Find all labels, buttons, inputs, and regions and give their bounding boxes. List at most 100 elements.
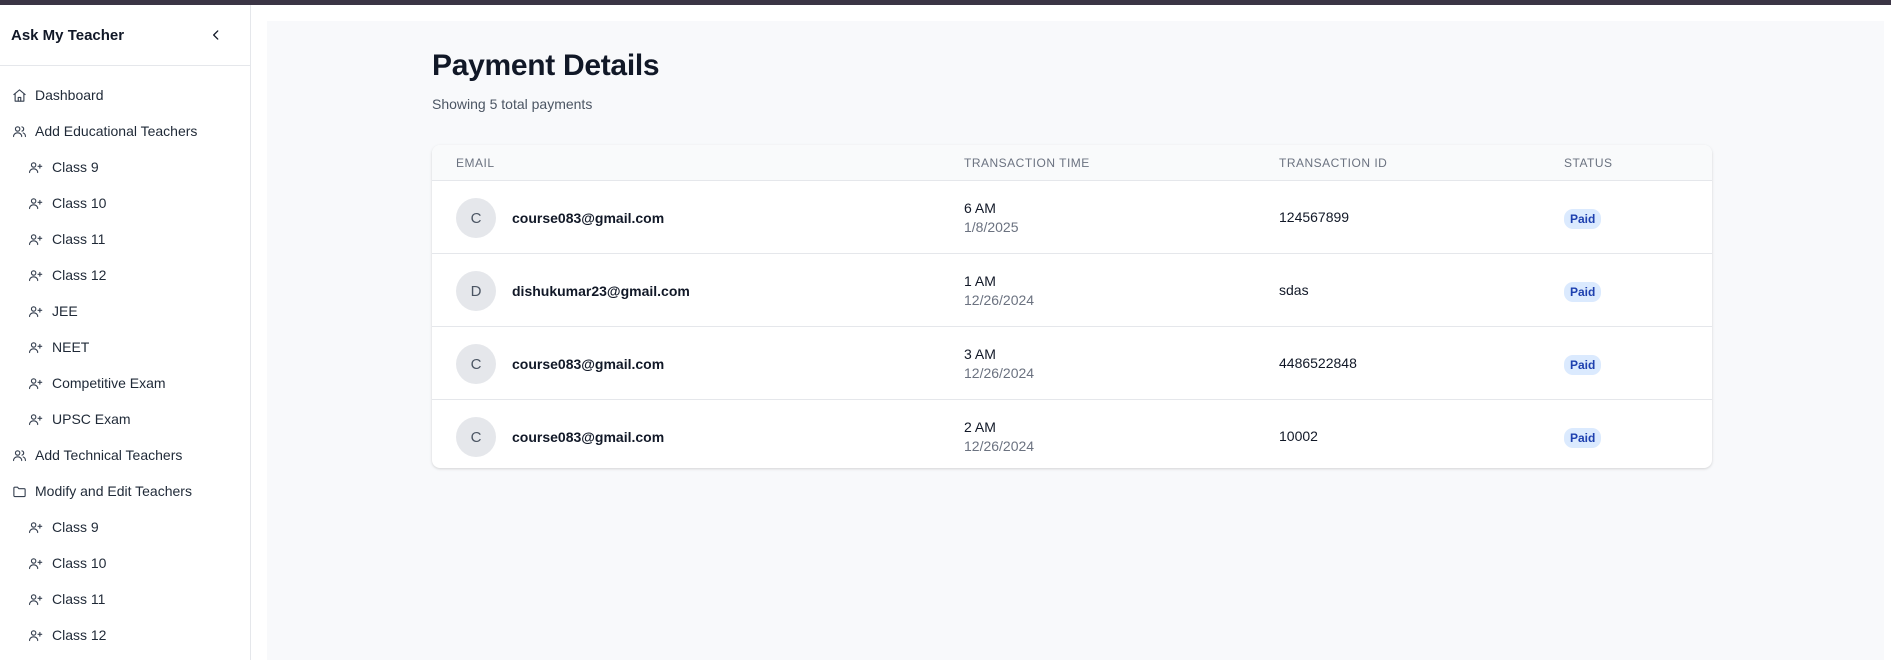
- users-icon: [11, 123, 27, 139]
- transaction-date: 1/8/2025: [964, 219, 1019, 235]
- transaction-time: 6 AM: [964, 200, 996, 216]
- transaction-id: sdas: [1279, 282, 1309, 298]
- sidebar-item-label: Class 10: [52, 555, 107, 571]
- user-plus-icon: [27, 591, 43, 607]
- user-plus-icon: [27, 627, 43, 643]
- folder-icon: [11, 483, 27, 499]
- email-cell: Ddishukumar23@gmail.com: [456, 271, 690, 311]
- sidebar-item-class-12[interactable]: Class 12: [0, 617, 250, 653]
- home-icon: [11, 87, 27, 103]
- sidebar-item-label: Modify and Edit Teachers: [35, 483, 192, 499]
- user-plus-icon: [27, 411, 43, 427]
- transaction-id: 10002: [1279, 428, 1318, 444]
- sidebar-item-upsc-exam[interactable]: UPSC Exam: [0, 401, 250, 437]
- sidebar-item-label: Class 10: [52, 195, 107, 211]
- avatar: C: [456, 344, 496, 384]
- sidebar-item-class-10[interactable]: Class 10: [0, 185, 250, 221]
- transaction-time: 3 AM: [964, 346, 996, 362]
- transaction-date: 12/26/2024: [964, 292, 1035, 308]
- header-email: Email: [456, 156, 495, 170]
- user-plus-icon: [27, 231, 43, 247]
- transaction-time: 1 AM: [964, 273, 996, 289]
- sidebar-item-label: Dashboard: [35, 87, 104, 103]
- header-transaction-id: Transaction ID: [1279, 156, 1388, 170]
- transaction-time-cell: 3 AM 12/26/2024: [964, 345, 1034, 383]
- sidebar-item-class-9[interactable]: Class 9: [0, 509, 250, 545]
- sidebar: Ask My Teacher Dashboard Add Educational …: [0, 5, 251, 660]
- header-status: Status: [1564, 156, 1613, 170]
- sidebar-header: Ask My Teacher: [0, 5, 250, 66]
- sidebar-item-class-11[interactable]: Class 11: [0, 581, 250, 617]
- email-cell: Ccourse083@gmail.com: [456, 417, 664, 457]
- user-plus-icon: [27, 159, 43, 175]
- sidebar-item-label: UPSC Exam: [52, 411, 131, 427]
- transaction-time-cell: 2 AM 12/26/2024: [964, 418, 1034, 456]
- sidebar-item-label: Class 11: [52, 231, 106, 247]
- sidebar-item-add-educational-teachers[interactable]: Add Educational Teachers: [0, 113, 250, 149]
- transaction-date: 12/26/2024: [964, 365, 1035, 381]
- sidebar-item-class-11[interactable]: Class 11: [0, 221, 250, 257]
- transaction-time: 2 AM: [964, 419, 996, 435]
- email-cell: Ccourse083@gmail.com: [456, 344, 664, 384]
- sidebar-item-class-10[interactable]: Class 10: [0, 545, 250, 581]
- page-subtitle: Showing 5 total payments: [432, 96, 593, 112]
- sidebar-item-class-12[interactable]: Class 12: [0, 257, 250, 293]
- app-title: Ask My Teacher: [11, 26, 125, 44]
- transaction-time-cell: 6 AM 1/8/2025: [964, 199, 1019, 237]
- status-cell: Paid: [1564, 428, 1602, 448]
- sidebar-item-label: Class 12: [52, 627, 107, 643]
- email-text: dishukumar23@gmail.com: [512, 283, 690, 299]
- sidebar-item-neet[interactable]: NEET: [0, 329, 250, 365]
- status-badge: Paid: [1564, 209, 1602, 229]
- app-shell: Ask My Teacher Dashboard Add Educational …: [0, 5, 1891, 660]
- status-cell: Paid: [1564, 355, 1602, 375]
- table-row: Ccourse083@gmail.com 2 AM 12/26/2024 10002 P…: [432, 400, 1712, 468]
- email-text: course083@gmail.com: [512, 210, 665, 226]
- chevron-left-icon: [213, 30, 219, 40]
- sidebar-item-competitive-exam[interactable]: Competitive Exam: [0, 365, 250, 401]
- sidebar-item-label: NEET: [52, 339, 90, 355]
- sidebar-nav: Dashboard Add Educational Teachers Class 9…: [0, 66, 250, 653]
- sidebar-item-add-technical-teachers[interactable]: Add Technical Teachers: [0, 437, 250, 473]
- user-plus-icon: [27, 339, 43, 355]
- transaction-time-cell: 1 AM 12/26/2024: [964, 272, 1034, 310]
- collapse-sidebar-button[interactable]: [206, 25, 226, 45]
- avatar: C: [456, 198, 496, 238]
- sidebar-item-class-9[interactable]: Class 9: [0, 149, 250, 185]
- user-plus-icon: [27, 375, 43, 391]
- user-plus-icon: [27, 195, 43, 211]
- sidebar-item-label: Class 12: [52, 267, 107, 283]
- sidebar-item-label: Class 9: [52, 519, 99, 535]
- sidebar-item-dashboard[interactable]: Dashboard: [0, 77, 250, 113]
- user-plus-icon: [27, 519, 43, 535]
- header-transaction-time: Transaction Time: [964, 156, 1090, 170]
- main-area: Payment Details Showing 5 total payments…: [251, 5, 1891, 660]
- table-row: Ccourse083@gmail.com 3 AM 12/26/2024 448652…: [432, 327, 1712, 400]
- sidebar-item-label: Competitive Exam: [52, 375, 166, 391]
- table-row: Ddishukumar23@gmail.com 1 AM 12/26/2024 sda…: [432, 254, 1712, 327]
- sidebar-item-jee[interactable]: JEE: [0, 293, 250, 329]
- email-cell: Ccourse083@gmail.com: [456, 198, 664, 238]
- transaction-id: 124567899: [1279, 209, 1350, 225]
- sidebar-item-label: Add Educational Teachers: [35, 123, 198, 139]
- payments-table: Email Transaction Time Transaction ID St…: [432, 145, 1712, 468]
- table-header: Email Transaction Time Transaction ID St…: [432, 145, 1712, 181]
- table-body: Ccourse083@gmail.com 6 AM 1/8/2025 12456789…: [432, 181, 1712, 468]
- user-plus-icon: [27, 555, 43, 571]
- users-icon: [11, 447, 27, 463]
- sidebar-item-label: JEE: [52, 303, 78, 319]
- sidebar-item-modify-and-edit-teachers[interactable]: Modify and Edit Teachers: [0, 473, 250, 509]
- avatar: D: [456, 271, 496, 311]
- email-text: course083@gmail.com: [512, 356, 665, 372]
- status-badge: Paid: [1564, 282, 1602, 302]
- user-plus-icon: [27, 267, 43, 283]
- user-plus-icon: [27, 303, 43, 319]
- status-badge: Paid: [1564, 355, 1602, 375]
- avatar: C: [456, 417, 496, 457]
- status-cell: Paid: [1564, 209, 1602, 229]
- status-badge: Paid: [1564, 428, 1602, 448]
- transaction-date: 12/26/2024: [964, 438, 1035, 454]
- transaction-id: 4486522848: [1279, 355, 1357, 371]
- status-cell: Paid: [1564, 282, 1602, 302]
- main-content: Payment Details Showing 5 total payments…: [267, 21, 1884, 660]
